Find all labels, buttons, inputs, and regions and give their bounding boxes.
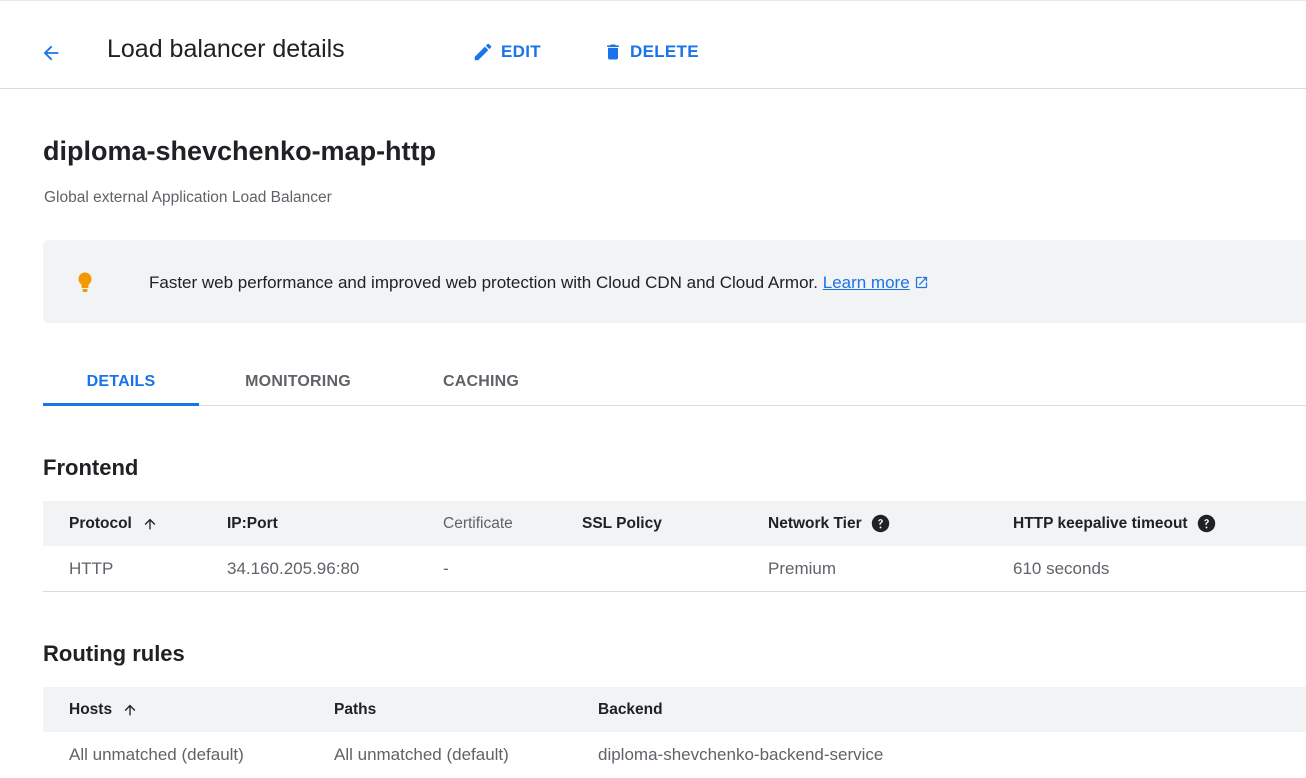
cell-certificate: - [443, 558, 449, 578]
load-balancer-type: Global external Application Load Balance… [44, 189, 332, 206]
column-header-network-tier[interactable]: Network Tier [768, 501, 890, 546]
back-button[interactable] [34, 36, 68, 70]
frontend-heading: Frontend [43, 455, 139, 480]
column-label: Hosts [69, 700, 113, 718]
table-row: HTTP 34.160.205.96:80 - Premium 610 seco… [43, 546, 1306, 592]
banner-text-container: Faster web performance and improved web … [149, 273, 929, 293]
cell-ip-port: 34.160.205.96:80 [227, 558, 360, 578]
cell-backend: diploma-shevchenko-backend-service [598, 745, 884, 764]
tab-caching[interactable]: CACHING [431, 357, 531, 406]
cell-keepalive: 610 seconds [1013, 558, 1110, 578]
column-header-keepalive[interactable]: HTTP keepalive timeout [1013, 501, 1216, 546]
arrow-back-icon [43, 45, 59, 61]
lightbulb-icon [78, 272, 92, 292]
column-label: HTTP keepalive timeout [1013, 514, 1188, 532]
column-header-paths[interactable]: Paths [334, 687, 376, 732]
routing-table-header: Hosts Paths Backend [43, 687, 1306, 732]
tab-details[interactable]: DETAILS [43, 357, 199, 406]
pencil-icon [474, 43, 492, 61]
column-header-certificate: Certificate [443, 514, 513, 532]
page-title: Load balancer details [107, 35, 345, 63]
frontend-table-header: Protocol IP:Port Certificate SSL Policy … [43, 501, 1306, 546]
column-header-hosts[interactable]: Hosts [69, 687, 138, 732]
delete-button[interactable]: DELETE [603, 39, 699, 65]
edit-label: EDIT [501, 42, 541, 61]
column-header-ssl-policy[interactable]: SSL Policy [582, 501, 662, 546]
trash-icon [607, 44, 619, 60]
load-balancer-name: diploma-shevchenko-map-http [43, 136, 437, 166]
tab-monitoring[interactable]: MONITORING [233, 357, 363, 406]
sort-arrow-up-icon[interactable] [122, 701, 138, 719]
routing-rules-heading: Routing rules [43, 641, 185, 666]
help-icon[interactable] [1197, 514, 1216, 533]
sort-arrow-up-icon[interactable] [142, 515, 158, 533]
external-link-icon[interactable] [914, 275, 929, 290]
cell-network-tier: Premium [768, 558, 837, 578]
learn-more-link[interactable]: Learn more [823, 273, 910, 292]
cell-paths: All unmatched (default) [334, 745, 509, 764]
cell-hosts: All unmatched (default) [69, 745, 244, 764]
delete-label: DELETE [630, 42, 699, 61]
column-label: Network Tier [768, 514, 862, 532]
frontend-table: Protocol IP:Port Certificate SSL Policy … [43, 501, 1306, 592]
tab-bar: DETAILS MONITORING CACHING [43, 357, 1306, 406]
cell-protocol: HTTP [69, 558, 114, 578]
routing-rules-table: Hosts Paths Backend All unmatched (defau… [43, 687, 1306, 778]
banner-message: Faster web performance and improved web … [149, 273, 818, 292]
column-label: Protocol [69, 514, 132, 532]
help-icon[interactable] [871, 514, 890, 533]
column-header-protocol[interactable]: Protocol [69, 501, 158, 546]
edit-button[interactable]: EDIT [472, 39, 541, 65]
info-banner: Faster web performance and improved web … [43, 240, 1306, 323]
column-header-backend[interactable]: Backend [598, 687, 663, 732]
table-row: All unmatched (default) All unmatched (d… [43, 732, 1306, 778]
top-bar: Load balancer details EDIT DELETE [0, 0, 1306, 89]
column-header-ip-port[interactable]: IP:Port [227, 501, 278, 546]
